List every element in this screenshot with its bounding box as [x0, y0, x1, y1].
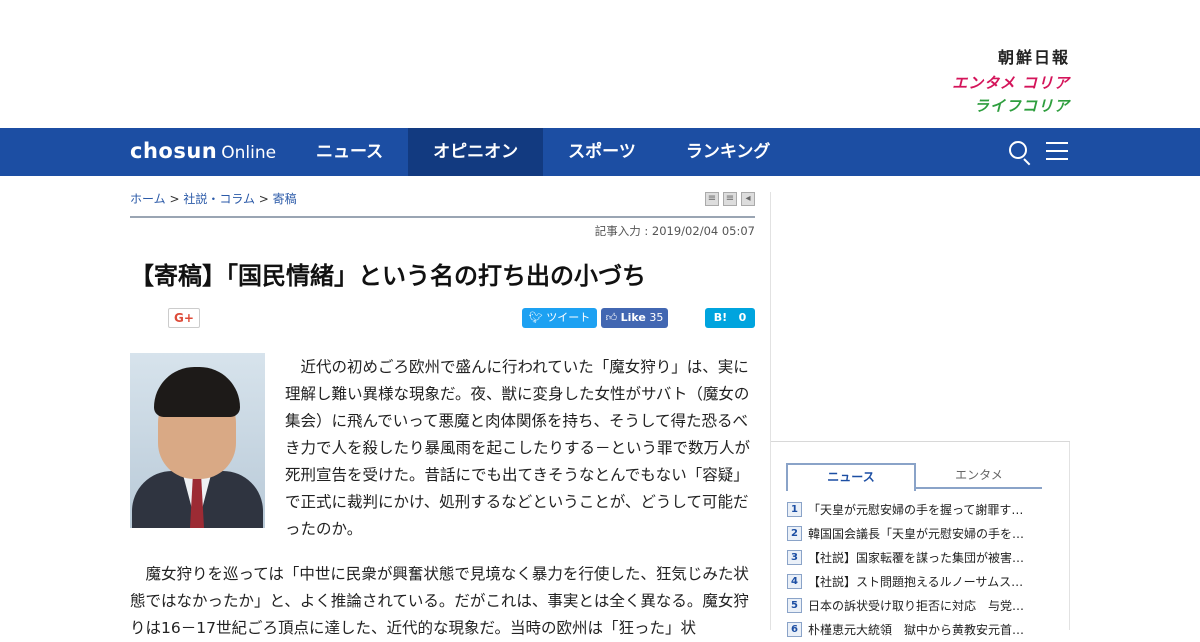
author-photo [130, 353, 265, 528]
back-icon[interactable]: ◂ [741, 192, 755, 206]
chosun-ilbo-link[interactable]: 朝鮮日報 [952, 44, 1070, 68]
facebook-like-button[interactable]: 👍︎ Like 35 [601, 308, 668, 328]
site-header: 朝鮮日報 エンタメ コリア ライフコリア [0, 0, 1200, 128]
list-item[interactable]: 4 【社説】スト問題抱えるルノーサムス… [787, 569, 1047, 593]
breadcrumb-home[interactable]: ホーム [130, 192, 166, 206]
list-item[interactable]: 2 韓国国会議長「天皇が元慰安婦の手を… [787, 521, 1047, 545]
hatena-bookmark-button[interactable]: B! 0 [705, 308, 755, 328]
rank-badge: 6 [787, 621, 802, 637]
list-item[interactable]: 6 朴槿恵元大統領 獄中から黄教安元首… [787, 617, 1047, 641]
nav-item-ranking[interactable]: ランキング [661, 128, 796, 176]
news-title: 韓国国会議長「天皇が元慰安婦の手を… [808, 526, 1025, 541]
nav-icons [1008, 140, 1068, 166]
rank-badge: 5 [787, 597, 802, 613]
text-size-icon[interactable]: ≡ [723, 192, 737, 206]
breadcrumb-category[interactable]: 社説・コラム [183, 192, 255, 206]
nav-items: ニュース オピニオン スポーツ ランキング [291, 128, 795, 176]
news-title: 日本の訴状受け取り拒否に対応 与党… [808, 598, 1025, 613]
breadcrumb-separator: > [254, 192, 273, 206]
article-headline: 【寄稿】「国民情緒」という名の打ち出の小づち [130, 262, 646, 290]
rank-badge: 1 [787, 501, 802, 517]
like-count: 35 [649, 311, 664, 324]
logo-bold: chosun [130, 139, 218, 163]
rank-badge: 2 [787, 525, 802, 541]
tab-entame[interactable]: エンタメ [916, 463, 1042, 489]
tab-news[interactable]: ニュース [786, 463, 916, 491]
google-plus-share-button[interactable]: G+ [168, 308, 200, 328]
like-label: Like [620, 311, 646, 324]
print-icon[interactable]: ≡ [705, 192, 719, 206]
list-item[interactable]: 3 【社説】国家転覆を謀った集団が被害… [787, 545, 1047, 569]
main-nav: chosun Online ニュース オピニオン スポーツ ランキング [0, 128, 1200, 176]
nav-item-opinion[interactable]: オピニオン [408, 128, 544, 176]
search-icon[interactable] [1008, 140, 1032, 166]
hamburger-menu-icon[interactable] [1046, 140, 1068, 162]
ad-slot [771, 192, 1070, 442]
news-title: 【社説】スト問題抱えるルノーサムス… [808, 574, 1024, 589]
tweet-button[interactable]: 🐦︎ ツイート [522, 308, 597, 328]
hatena-count: 0 [738, 311, 747, 324]
brand-links: 朝鮮日報 エンタメ コリア ライフコリア [952, 44, 1070, 116]
rank-badge: 4 [787, 573, 802, 589]
life-korea-link[interactable]: ライフコリア [952, 95, 1070, 116]
rank-badge: 3 [787, 549, 802, 565]
list-item[interactable]: 5 日本の訴状受け取り拒否に対応 与党… [787, 593, 1047, 617]
breadcrumb: ホーム > 社説・コラム > 寄稿 [130, 190, 297, 207]
hatena-label: B! [713, 311, 728, 324]
list-item[interactable]: 1 「天皇が元慰安婦の手を握って謝罪す… [787, 497, 1047, 521]
news-title: 【社説】国家転覆を謀った集団が被害… [808, 550, 1025, 565]
twitter-bird-icon: 🐦︎ [528, 311, 543, 324]
article-tools: ≡ ≡ ◂ [705, 192, 755, 206]
nav-item-sports[interactable]: スポーツ [543, 128, 661, 176]
divider [130, 216, 755, 218]
tweet-label: ツイート [546, 311, 591, 324]
news-title: 朴槿恵元大統領 獄中から黄教安元首… [808, 622, 1025, 637]
logo-light: Online [221, 143, 277, 163]
chosun-online-logo[interactable]: chosun Online [130, 139, 276, 163]
article-paragraph: 近代の初めごろ欧州で盛んに行われていた「魔女狩り」は、実に理解し難い異様な現象だ… [285, 358, 751, 538]
sidebar: ニュース エンタメ 1 「天皇が元慰安婦の手を握って謝罪す… 2 韓国国会議長「… [770, 192, 1070, 637]
nav-item-news[interactable]: ニュース [291, 128, 408, 176]
thumbs-up-icon: 👍︎ [605, 311, 618, 324]
article-date: 記事入力 : 2019/02/04 05:07 [594, 224, 755, 238]
entame-korea-link[interactable]: エンタメ コリア [952, 72, 1070, 93]
breadcrumb-separator: > [165, 192, 184, 206]
news-title: 「天皇が元慰安婦の手を握って謝罪す… [808, 502, 1024, 517]
news-ranking-list: 1 「天皇が元慰安婦の手を握って謝罪す… 2 韓国国会議長「天皇が元慰安婦の手を… [787, 497, 1047, 641]
article: ホーム > 社説・コラム > 寄稿 ≡ ≡ ◂ 記事入力 : 2019/02/0… [130, 176, 755, 637]
breadcrumb-current[interactable]: 寄稿 [273, 192, 297, 206]
ranking-tabs: ニュース エンタメ [786, 463, 1042, 491]
